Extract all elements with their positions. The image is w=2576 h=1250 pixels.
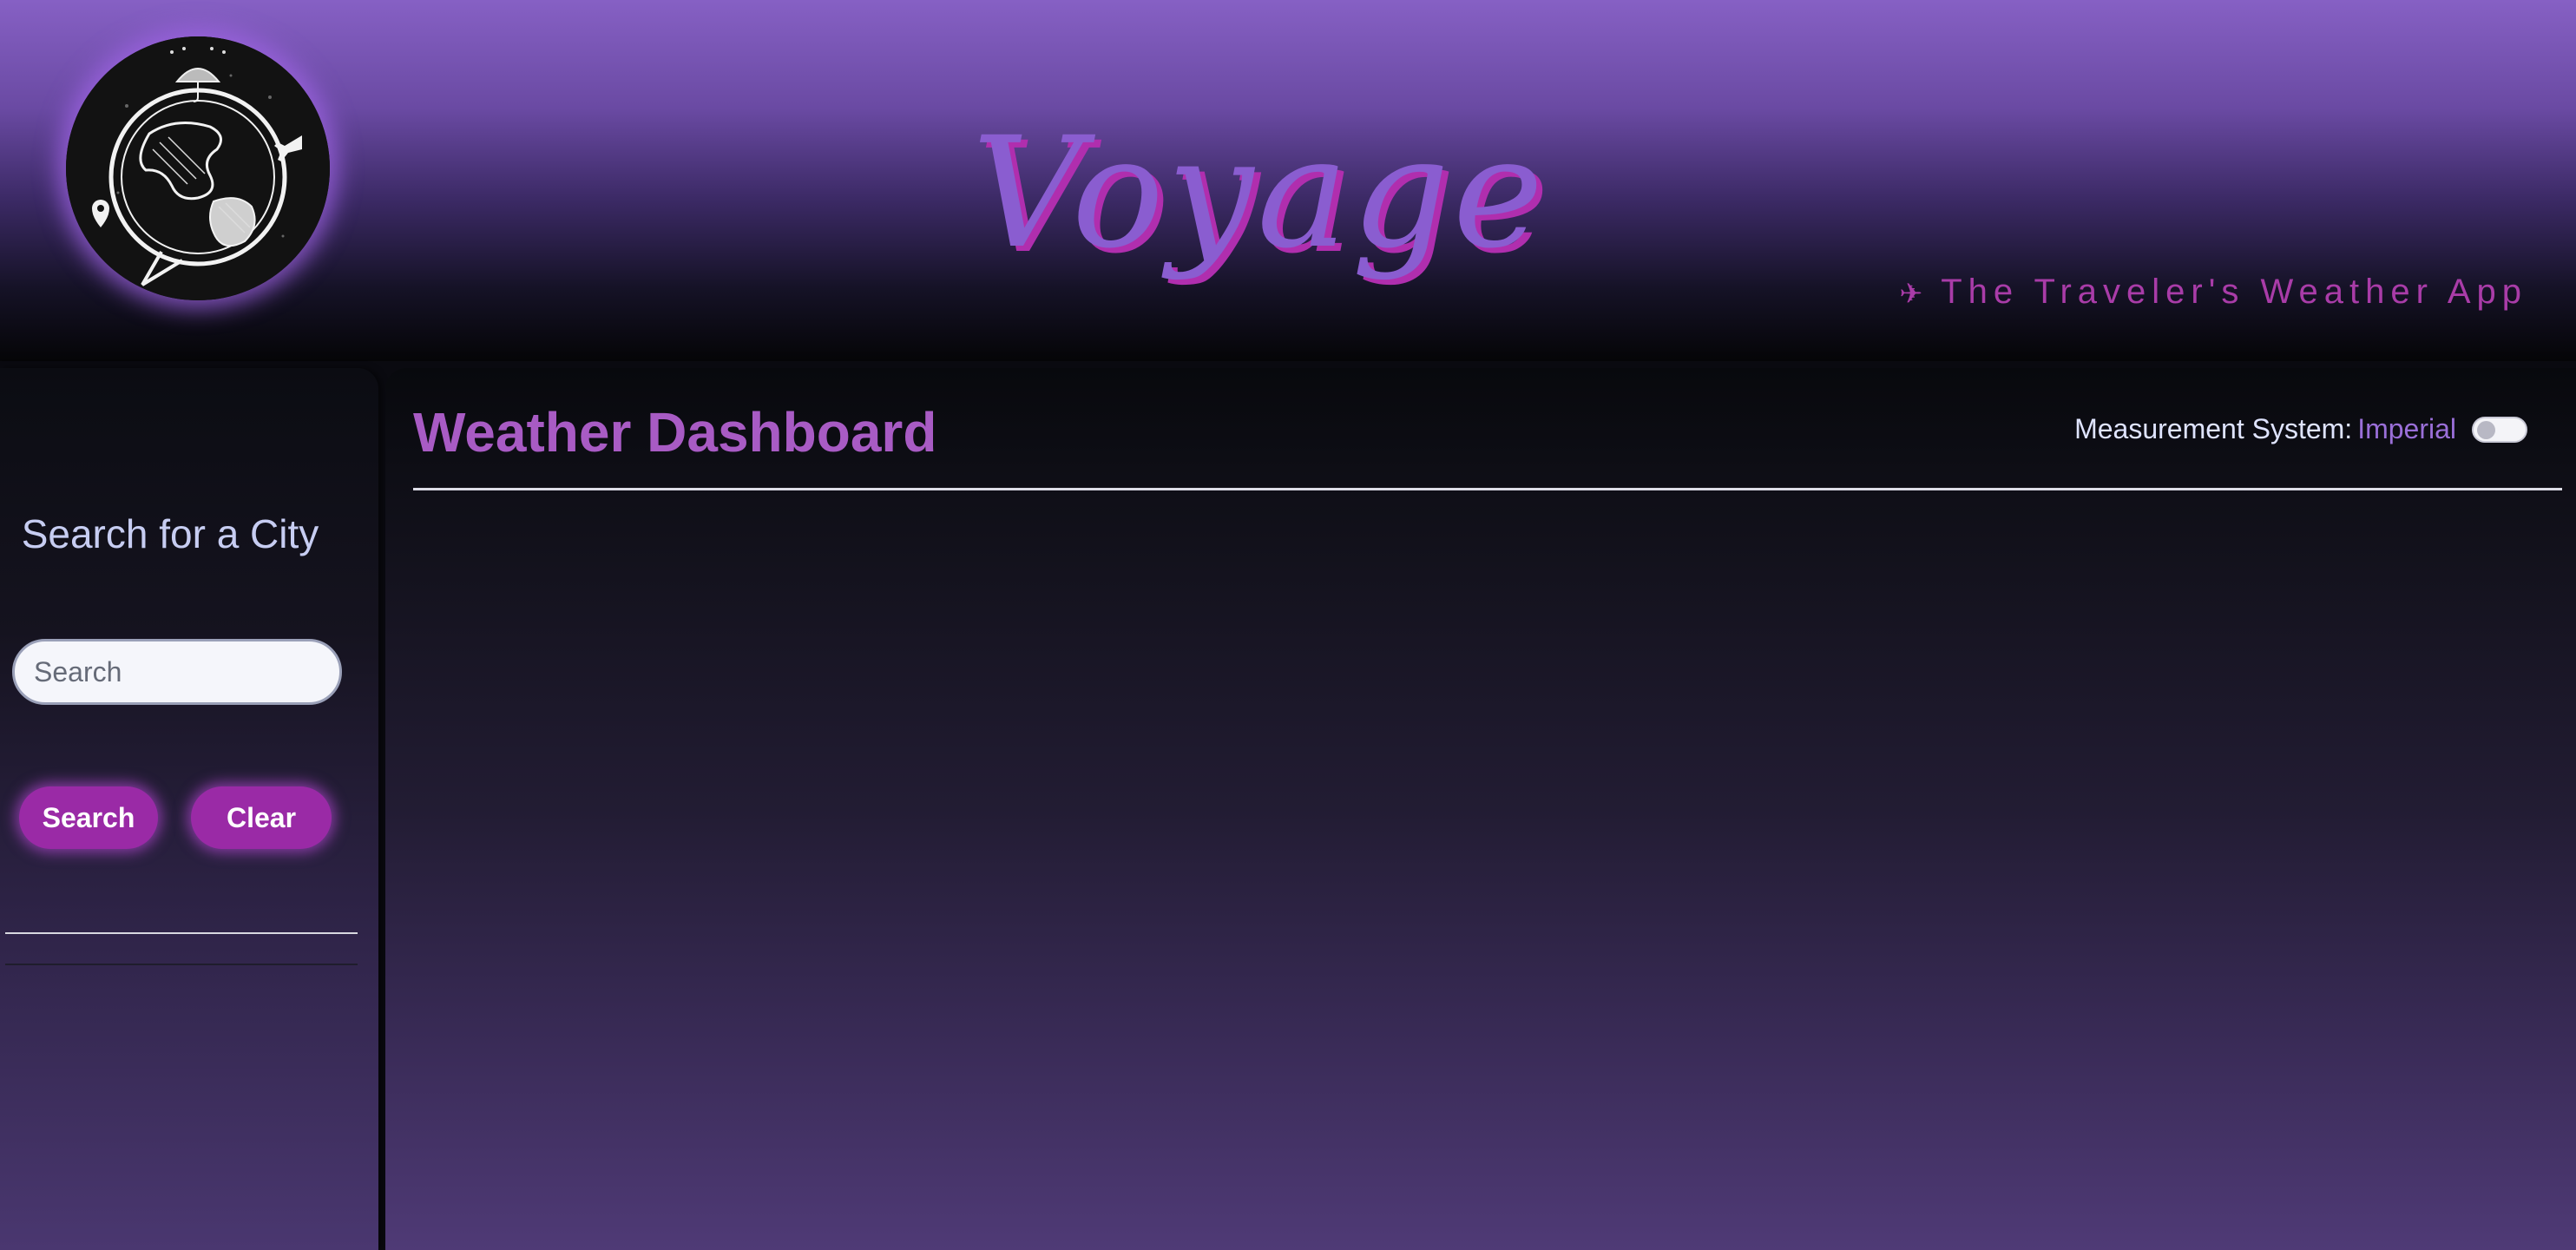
dashboard-divider	[413, 488, 2562, 490]
airplane-icon: ✈	[1899, 278, 1929, 309]
search-sidebar: Search for a City Search Clear	[0, 368, 378, 1250]
measurement-system: Measurement System: Imperial	[2074, 413, 2527, 445]
app-header: Voyage ✈ The Traveler's Weather App	[0, 0, 2576, 361]
dashboard-title: Weather Dashboard	[413, 401, 937, 464]
history-divider	[5, 932, 358, 934]
tagline-text: The Traveler's Weather App	[1941, 273, 2527, 311]
brand-title: Voyage	[972, 104, 1548, 282]
measurement-value: Imperial	[2357, 413, 2456, 444]
toggle-knob	[2477, 420, 2495, 439]
search-heading: Search for a City	[21, 511, 319, 556]
measurement-label: Measurement System:	[2074, 413, 2353, 444]
measurement-toggle[interactable]	[2472, 416, 2527, 443]
clear-button[interactable]: Clear	[191, 786, 332, 849]
city-search-input[interactable]	[12, 639, 342, 705]
tagline: ✈ The Traveler's Weather App	[1899, 273, 2527, 312]
search-button[interactable]: Search	[19, 786, 158, 849]
weather-dashboard: Weather Dashboard Measurement System: Im…	[385, 368, 2576, 1250]
history-list	[5, 964, 358, 965]
globe-weather-logo-icon	[66, 36, 330, 300]
app-logo	[66, 36, 330, 300]
